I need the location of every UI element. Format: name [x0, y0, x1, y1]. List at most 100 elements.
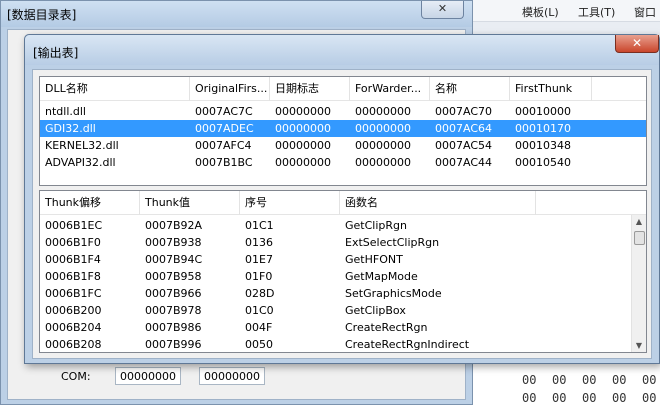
name-rva-cell: 0007AC44	[435, 156, 493, 169]
thunk-value-cell: 0007B996	[145, 338, 202, 351]
original-first-thunk-cell: 0007ADEC	[195, 122, 254, 135]
column-header[interactable]: Thunk值	[140, 191, 240, 215]
ordinal-cell: 028D	[245, 287, 275, 300]
first-thunk-cell: 00010170	[515, 122, 571, 135]
export-table-titlebar[interactable]: [输出表] ✕	[25, 35, 659, 65]
dll-list[interactable]: DLL名称 OriginalFirs... 日期标志 ForWarder... …	[39, 76, 647, 186]
thunk-value-cell: 0007B92A	[145, 219, 203, 232]
hex-byte: 00	[582, 373, 597, 387]
background-menubar: 模板(L) 工具(T) 窗口	[470, 0, 660, 22]
thunk-value-cell: 0007B978	[145, 304, 202, 317]
column-header[interactable]: ForWarder...	[350, 77, 430, 101]
thunk-offset-cell: 0006B1FC	[45, 287, 102, 300]
thunk-row[interactable]: 0006B1F0 0007B938 0136 ExtSelectClipRgn	[40, 234, 646, 251]
thunk-offset-cell: 0006B204	[45, 321, 102, 334]
thunk-value-cell: 0007B966	[145, 287, 202, 300]
timestamp-cell: 00000000	[275, 122, 331, 135]
first-thunk-cell: 00010000	[515, 105, 571, 118]
scroll-thumb[interactable]	[634, 231, 645, 245]
dll-row[interactable]: KERNEL32.dll 0007AFC4 00000000 00000000 …	[40, 137, 646, 154]
thunk-offset-cell: 0006B1F4	[45, 253, 101, 266]
ordinal-cell: 01C0	[245, 304, 274, 317]
thunk-offset-cell: 0006B200	[45, 304, 102, 317]
thunk-list[interactable]: Thunk偏移 Thunk值 序号 函数名 0006B1EC 0007B92A …	[39, 190, 647, 353]
thunk-row[interactable]: 0006B1EC 0007B92A 01C1 GetClipRgn	[40, 217, 646, 234]
thunk-row[interactable]: 0006B200 0007B978 01C0 GetClipBox	[40, 302, 646, 319]
thunk-offset-cell: 0006B208	[45, 338, 102, 351]
menu-window[interactable]: 窗口	[634, 4, 656, 20]
timestamp-cell: 00000000	[275, 105, 331, 118]
ordinal-cell: 004F	[245, 321, 273, 334]
column-header[interactable]: OriginalFirs...	[190, 77, 270, 101]
hex-byte: 00	[582, 391, 597, 405]
hex-byte: 00	[522, 373, 537, 387]
dll-row[interactable]: ntdll.dll 0007AC7C 00000000 00000000 000…	[40, 103, 646, 120]
thunk-list-scrollbar[interactable]: ▲ ▼	[631, 215, 646, 352]
function-name-cell: GetClipBox	[345, 304, 406, 317]
column-header[interactable]: 日期标志	[270, 77, 350, 101]
scroll-down-arrow-icon[interactable]: ▼	[632, 339, 646, 352]
column-header[interactable]: 序号	[240, 191, 340, 215]
forwarder-cell: 00000000	[355, 122, 411, 135]
timestamp-cell: 00000000	[275, 156, 331, 169]
hex-byte: 00	[612, 373, 627, 387]
thunk-value-cell: 0007B986	[145, 321, 202, 334]
forwarder-cell: 00000000	[355, 105, 411, 118]
scroll-up-arrow-icon[interactable]: ▲	[632, 215, 646, 229]
column-header[interactable]: FirstThunk	[510, 77, 592, 101]
data-directory-titlebar[interactable]: [数据目录表] ✕	[1, 1, 472, 27]
ordinal-cell: 01F0	[245, 270, 273, 283]
function-name-cell: ExtSelectClipRgn	[345, 236, 440, 249]
function-name-cell: CreateRectRgn	[345, 321, 428, 334]
dll-row[interactable]: ADVAPI32.dll 0007B1BC 00000000 00000000 …	[40, 154, 646, 171]
hex-byte: 00	[522, 391, 537, 405]
thunk-offset-cell: 0006B1F8	[45, 270, 101, 283]
name-rva-cell: 0007AC70	[435, 105, 493, 118]
original-first-thunk-cell: 0007B1BC	[195, 156, 253, 169]
com-label: COM:	[61, 370, 91, 383]
export-table-title: [输出表]	[33, 46, 79, 60]
function-name-cell: SetGraphicsMode	[345, 287, 442, 300]
function-name-cell: CreateRectRgnIndirect	[345, 338, 470, 351]
thunk-offset-cell: 0006B1F0	[45, 236, 101, 249]
forwarder-cell: 00000000	[355, 139, 411, 152]
thunk-row[interactable]: 0006B208 0007B996 0050 CreateRectRgnIndi…	[40, 336, 646, 352]
column-header[interactable]: 名称	[430, 77, 510, 101]
function-name-cell: GetMapMode	[345, 270, 418, 283]
com-size-field[interactable]: 00000000	[199, 367, 265, 385]
data-directory-title: [数据目录表]	[7, 8, 77, 22]
thunk-row[interactable]: 0006B1F8 0007B958 01F0 GetMapMode	[40, 268, 646, 285]
hex-byte: 00	[552, 373, 567, 387]
timestamp-cell: 00000000	[275, 139, 331, 152]
original-first-thunk-cell: 0007AFC4	[195, 139, 252, 152]
export-table-close-button[interactable]: ✕	[615, 35, 659, 53]
thunk-list-header: Thunk偏移 Thunk值 序号 函数名	[40, 191, 646, 215]
close-icon: ✕	[631, 36, 643, 50]
ordinal-cell: 0050	[245, 338, 273, 351]
thunk-value-cell: 0007B938	[145, 236, 202, 249]
dll-row-selected[interactable]: GDI32.dll 0007ADEC 00000000 00000000 000…	[40, 120, 646, 137]
name-rva-cell: 0007AC64	[435, 122, 493, 135]
column-header[interactable]: DLL名称	[40, 77, 190, 101]
ordinal-cell: 01E7	[245, 253, 273, 266]
column-header[interactable]: Thunk偏移	[40, 191, 140, 215]
dll-name-cell: GDI32.dll	[45, 122, 96, 135]
thunk-offset-cell: 0006B1EC	[45, 219, 103, 232]
thunk-row[interactable]: 0006B1FC 0007B966 028D SetGraphicsMode	[40, 285, 646, 302]
menu-template[interactable]: 模板(L)	[522, 4, 559, 20]
ordinal-cell: 0136	[245, 236, 273, 249]
first-thunk-cell: 00010540	[515, 156, 571, 169]
thunk-row[interactable]: 0006B1F4 0007B94C 01E7 GetHFONT	[40, 251, 646, 268]
hex-byte: 00	[642, 391, 657, 405]
thunk-row[interactable]: 0006B204 0007B986 004F CreateRectRgn	[40, 319, 646, 336]
com-rva-field[interactable]: 00000000	[115, 367, 181, 385]
close-icon: ✕	[437, 2, 448, 15]
menu-tools[interactable]: 工具(T)	[578, 4, 615, 20]
original-first-thunk-cell: 0007AC7C	[195, 105, 253, 118]
export-table-body: DLL名称 OriginalFirs... 日期标志 ForWarder... …	[32, 69, 652, 359]
column-header[interactable]: 函数名	[340, 191, 536, 215]
data-directory-close-button[interactable]: ✕	[421, 1, 464, 19]
dll-name-cell: KERNEL32.dll	[45, 139, 119, 152]
dll-list-header: DLL名称 OriginalFirs... 日期标志 ForWarder... …	[40, 77, 646, 101]
function-name-cell: GetHFONT	[345, 253, 403, 266]
